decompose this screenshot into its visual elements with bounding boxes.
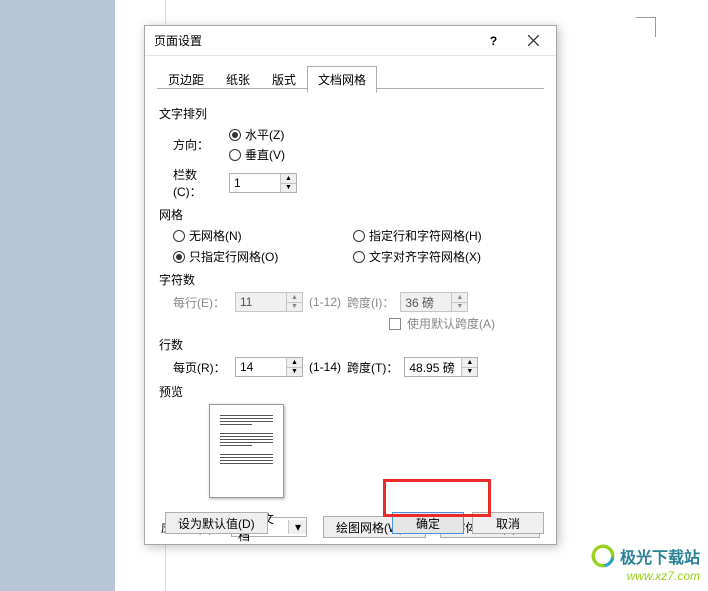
columns-input[interactable]	[230, 174, 280, 192]
preview-thumbnail	[209, 404, 284, 498]
page-corner-mark	[636, 17, 656, 37]
line-pitch-label: 跨度(T)：	[347, 359, 398, 376]
columns-spinbox[interactable]: ▲▼	[229, 173, 297, 193]
close-button[interactable]	[511, 26, 556, 56]
char-pitch-input	[401, 293, 451, 311]
spin-down-icon[interactable]: ▼	[287, 368, 302, 377]
section-text-arrangement: 文字排列	[159, 105, 542, 122]
dialog-content: 文字排列 方向： 水平(Z) 垂直(V) 栏数(C)： ▲▼ 网格	[145, 93, 556, 538]
radio-line-char-grid-label: 指定行和字符网格(H)	[369, 227, 482, 244]
tab-document-grid[interactable]: 文档网格	[307, 66, 377, 93]
spin-up-icon[interactable]: ▲	[281, 174, 296, 184]
radio-icon	[353, 230, 365, 242]
per-page-input[interactable]	[236, 358, 286, 376]
radio-icon	[173, 251, 185, 263]
radio-icon	[353, 251, 365, 263]
help-button[interactable]: ?	[476, 26, 511, 56]
dialog-titlebar: 页面设置 ?	[145, 26, 556, 56]
radio-icon	[173, 230, 185, 242]
set-default-button[interactable]: 设为默认值(D)	[165, 512, 268, 534]
radio-align-char-grid-label: 文字对齐字符网格(X)	[369, 248, 481, 265]
char-pitch-label: 跨度(I)：	[347, 294, 394, 311]
use-default-pitch-label: 使用默认跨度(A)	[407, 315, 495, 332]
spin-down-icon: ▼	[287, 303, 302, 312]
radio-no-grid-label: 无网格(N)	[189, 227, 242, 244]
line-pitch-spinbox[interactable]: ▲▼	[404, 357, 478, 377]
char-pitch-spinbox: ▲▼	[400, 292, 468, 312]
watermark-name: 极光下载站	[620, 544, 700, 568]
spin-down-icon[interactable]: ▼	[281, 184, 296, 193]
section-line-count: 行数	[159, 336, 542, 353]
spin-up-icon: ▲	[452, 293, 467, 303]
radio-icon	[229, 129, 241, 141]
per-page-range: (1-14)	[309, 360, 341, 374]
annotation-highlight	[383, 479, 491, 517]
spin-down-icon[interactable]: ▼	[462, 368, 477, 377]
watermark: 极光下载站 www.xz7.com	[590, 543, 700, 583]
radio-icon	[229, 149, 241, 161]
close-icon	[528, 35, 539, 46]
radio-line-char-grid[interactable]: 指定行和字符网格(H)	[353, 227, 542, 244]
per-page-spinbox[interactable]: ▲▼	[235, 357, 303, 377]
radio-line-only-label: 只指定行网格(O)	[189, 248, 278, 265]
radio-no-grid[interactable]: 无网格(N)	[173, 227, 353, 244]
section-char-count: 字符数	[159, 271, 542, 288]
spin-up-icon: ▲	[287, 293, 302, 303]
per-line-input	[236, 293, 286, 311]
page-gutter	[0, 0, 115, 591]
section-preview: 预览	[159, 383, 542, 400]
radio-vertical[interactable]: 垂直(V)	[229, 146, 285, 163]
spin-up-icon[interactable]: ▲	[462, 358, 477, 368]
per-line-range: (1-12)	[309, 295, 341, 309]
use-default-pitch-checkbox	[389, 318, 401, 330]
per-line-label: 每行(E)：	[173, 294, 229, 311]
per-page-label: 每页(R)：	[173, 359, 229, 376]
radio-line-only[interactable]: 只指定行网格(O)	[173, 248, 353, 265]
radio-align-char-grid[interactable]: 文字对齐字符网格(X)	[353, 248, 542, 265]
columns-label: 栏数(C)：	[173, 166, 223, 200]
per-line-spinbox: ▲▼	[235, 292, 303, 312]
direction-label: 方向：	[173, 136, 223, 153]
radio-horizontal[interactable]: 水平(Z)	[229, 126, 285, 143]
line-pitch-input[interactable]	[405, 358, 461, 376]
page-setup-dialog: 页面设置 ? 页边距 纸张 版式 文档网格 文字排列 方向： 水平(Z) 垂直(…	[144, 25, 557, 545]
spin-down-icon: ▼	[452, 303, 467, 312]
radio-vertical-label: 垂直(V)	[245, 146, 285, 163]
watermark-url: www.xz7.com	[627, 569, 700, 583]
logo-swirl-icon	[590, 543, 616, 569]
dialog-title: 页面设置	[154, 32, 476, 49]
spin-up-icon[interactable]: ▲	[287, 358, 302, 368]
radio-horizontal-label: 水平(Z)	[245, 126, 284, 143]
section-grid: 网格	[159, 206, 542, 223]
